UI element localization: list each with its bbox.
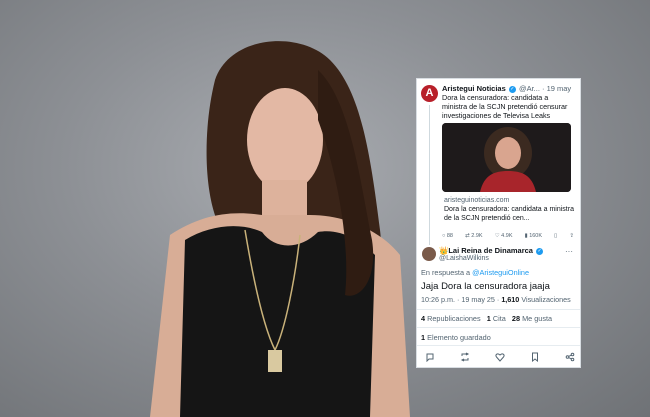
tweet2-timestamp[interactable]: 10:26 p.m. · 19 may 25 · bbox=[421, 295, 499, 304]
link-preview[interactable]: aristeguinoticias.com Dora la censurador… bbox=[444, 196, 574, 223]
reply-icon[interactable] bbox=[425, 352, 435, 362]
tweet2-header: 👑Lai Reina de Dinamarca ✓ @LaishaWilkins bbox=[439, 246, 544, 262]
likes-stat[interactable]: 28 Me gusta bbox=[512, 314, 552, 323]
views-label: Visualizaciones bbox=[521, 295, 571, 304]
thread-line bbox=[429, 105, 430, 245]
tweet1-share-icon[interactable]: ⇪ bbox=[569, 233, 574, 239]
aristegui-avatar[interactable]: A bbox=[421, 85, 438, 102]
tweet1-author-name[interactable]: Aristegui Noticias bbox=[442, 84, 506, 93]
divider bbox=[417, 309, 580, 310]
tweet1-header: Aristegui Noticias ✓ @Ar... · 19 may bbox=[442, 84, 571, 93]
divider bbox=[417, 327, 580, 328]
laisha-avatar[interactable] bbox=[422, 247, 436, 261]
tweet1-retweet-action[interactable]: ⇄ 2.9K bbox=[465, 233, 482, 239]
reposts-stat[interactable]: 4 Republicaciones bbox=[421, 314, 481, 323]
verified-badge-icon: ✓ bbox=[536, 247, 544, 255]
tweet1-text: Dora la censuradora: candidata a ministr… bbox=[442, 93, 568, 120]
pendant-shape bbox=[268, 350, 282, 372]
tweet2-text: Jaja Dora la censuradora jaaja bbox=[421, 281, 550, 292]
bookmark-icon[interactable] bbox=[530, 352, 540, 362]
tweet1-actions: ○ 88 ⇄ 2.9K ♡ 4.9K ▮ 160K ▯ ⇪ bbox=[442, 231, 574, 241]
more-options-icon[interactable]: ··· bbox=[565, 247, 573, 256]
link-domain: aristeguinoticias.com bbox=[444, 197, 510, 204]
tweet1-media-image[interactable] bbox=[442, 123, 571, 192]
tweet1-like-action[interactable]: ♡ 4.9K bbox=[495, 233, 513, 239]
tweet2-meta: 10:26 p.m. · 19 may 25 · 1,610 Visualiza… bbox=[421, 295, 571, 304]
tweet2-author-name[interactable]: Lai Reina de Dinamarca bbox=[448, 246, 533, 255]
quotes-stat[interactable]: 1 Cita bbox=[487, 314, 506, 323]
bookmarks-stat[interactable]: 1 Elemento guardado bbox=[421, 333, 491, 342]
reply-context: En respuesta a @AristeguiOnline bbox=[421, 268, 530, 277]
share-icon[interactable] bbox=[565, 352, 575, 362]
like-icon[interactable] bbox=[495, 352, 505, 362]
verified-badge-icon: ✓ bbox=[508, 85, 516, 93]
crown-emoji-icon: 👑 bbox=[439, 246, 449, 255]
tweet2-actions bbox=[425, 351, 575, 363]
dress-shape bbox=[180, 226, 375, 417]
link-title: Dora la censuradora: candidata a ministr… bbox=[444, 206, 574, 222]
engagement-stats: 4 Republicaciones 1 Cita 28 Me gusta bbox=[421, 314, 552, 323]
divider bbox=[417, 345, 580, 346]
tweet1-views-action[interactable]: ▮ 160K bbox=[525, 233, 542, 239]
tweet1-date[interactable]: · 19 may bbox=[542, 84, 571, 93]
tweet-card: A Aristegui Noticias ✓ @Ar... · 19 may D… bbox=[416, 78, 581, 368]
face-shape bbox=[247, 88, 323, 192]
tweet2-handle[interactable]: @LaishaWilkins bbox=[439, 255, 544, 262]
retweet-icon[interactable] bbox=[460, 352, 470, 362]
tweet1-handle[interactable]: @Ar... bbox=[519, 84, 540, 93]
reply-to-link[interactable]: @AristeguiOnline bbox=[472, 268, 529, 277]
views-count: 1,610 bbox=[501, 295, 520, 304]
tweet1-reply-action[interactable]: ○ 88 bbox=[442, 233, 453, 239]
tweet1-bookmark-icon[interactable]: ▯ bbox=[554, 233, 557, 239]
